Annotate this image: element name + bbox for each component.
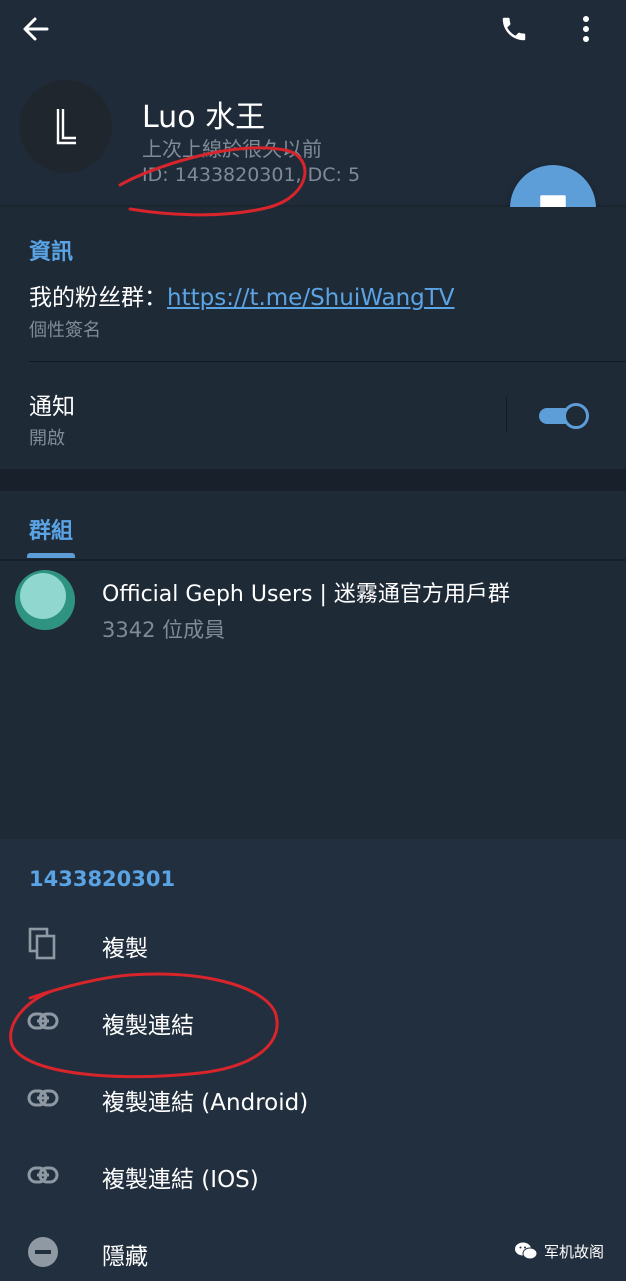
minus-circle-icon: [26, 1235, 60, 1269]
tab-indicator: [27, 553, 75, 558]
arrow-left-icon: [23, 17, 49, 41]
group-avatar-inner: [20, 573, 66, 619]
bio-caption: 個性簽名: [29, 320, 101, 341]
link-icon: [26, 1158, 60, 1192]
toggle-knob: [563, 403, 589, 429]
notifications-title[interactable]: 通知: [29, 387, 75, 421]
notifications-status: 開啟: [29, 428, 65, 449]
group-member-count: 3342 位成員: [102, 618, 226, 642]
group-name: Official Geph Users | 迷霧通官方用戶群: [102, 582, 510, 607]
divider: [506, 397, 507, 433]
menu-item-label: 複製: [102, 936, 148, 962]
profile-name: Luo 水王: [142, 100, 266, 135]
bio-prefix: 我的粉丝群：: [29, 285, 167, 311]
menu-item-label: 隱藏: [102, 1244, 148, 1270]
copy-icon: [26, 927, 60, 961]
wechat-icon: [515, 1242, 538, 1260]
info-section-title: 資訊: [29, 240, 74, 265]
section-gap: [0, 469, 626, 491]
bottom-sheet: 1433820301 複製 複製連結 複製連結 (Android) 複製連結 (…: [0, 839, 626, 1281]
watermark: 军机故阁: [514, 1240, 604, 1262]
group-avatar: [15, 570, 75, 630]
bio-link[interactable]: https://t.me/ShuiWangTV: [167, 285, 455, 311]
user-id-text: ID: 1433820301, DC: 5: [142, 164, 361, 186]
sheet-title: 1433820301: [29, 867, 176, 891]
call-button[interactable]: [488, 6, 540, 52]
link-icon: [26, 1081, 60, 1115]
copy-link-ios-menu-item[interactable]: 複製連結 (IOS): [0, 1140, 626, 1210]
divider: [29, 361, 626, 362]
copy-link-menu-item[interactable]: 複製連結: [0, 986, 626, 1056]
tab-groups[interactable]: 群組: [29, 513, 73, 545]
watermark-text: 军机故阁: [544, 1242, 605, 1261]
copy-link-android-menu-item[interactable]: 複製連結 (Android): [0, 1063, 626, 1133]
phone-icon: [502, 17, 526, 41]
divider: [0, 559, 626, 561]
back-button[interactable]: [10, 6, 62, 52]
last-seen-status: 上次上線於很久以前: [142, 137, 322, 161]
more-vertical-icon: [583, 16, 589, 42]
notifications-toggle[interactable]: [539, 403, 591, 429]
info-section: 資訊 我的粉丝群：https://t.me/ShuiWangTV 個性簽名 通知…: [0, 207, 626, 469]
link-icon: [26, 1004, 60, 1038]
more-options-button[interactable]: [564, 6, 608, 52]
list-item[interactable]: Official Geph Users | 迷霧通官方用戶群 3342 位成員: [0, 566, 626, 650]
bio-text: 我的粉丝群：https://t.me/ShuiWangTV: [29, 278, 455, 312]
menu-item-label: 複製連結 (IOS): [102, 1167, 259, 1193]
menu-item-label: 複製連結 (Android): [102, 1090, 309, 1116]
copy-menu-item[interactable]: 複製: [0, 909, 626, 979]
groups-section: 群組 Official Geph Users | 迷霧通官方用戶群 3342 位…: [0, 491, 626, 839]
avatar-letter-logo: [56, 108, 76, 144]
avatar[interactable]: [19, 80, 112, 173]
menu-item-label: 複製連結: [102, 1013, 194, 1039]
